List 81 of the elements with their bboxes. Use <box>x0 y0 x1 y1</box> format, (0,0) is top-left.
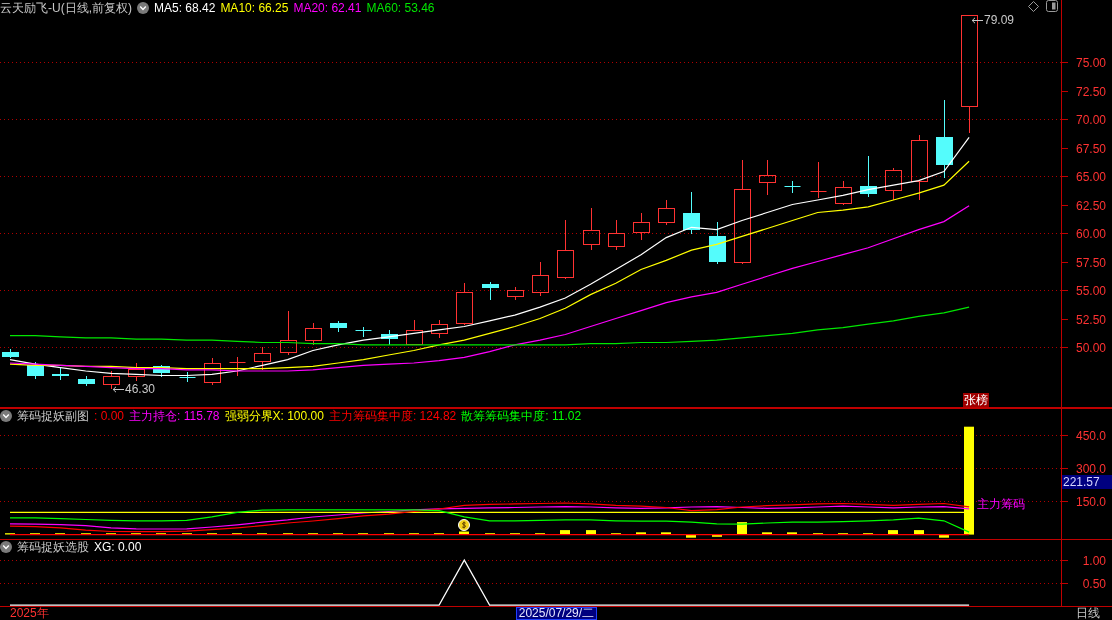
crosshair-value: 221.57 <box>1062 475 1112 489</box>
candlestick <box>204 357 221 386</box>
axis-label: 450.0 <box>1075 428 1106 443</box>
axis-label: 1.00 <box>1082 553 1106 568</box>
axis-label: 60.00 <box>1075 226 1106 241</box>
period-label[interactable]: 日线 <box>1076 607 1100 620</box>
line-label: 主力筹码 <box>977 496 1025 512</box>
candlestick <box>482 281 499 301</box>
candlestick <box>431 319 448 339</box>
arrow-icon <box>112 385 124 393</box>
indicator-value: 主力筹码集中度: 124.82 <box>328 409 457 423</box>
candlestick <box>153 364 170 378</box>
candlestick <box>179 371 196 383</box>
indicator-value: MA60: 53.46 <box>366 1 435 15</box>
axis-label: 65.00 <box>1075 169 1106 184</box>
price-label: 46.30 <box>125 382 156 396</box>
indicator-value: MA20: 62.41 <box>293 1 362 15</box>
indicator-value: 强弱分界X: 100.00 <box>224 409 324 423</box>
candlestick <box>381 329 398 346</box>
candlestick <box>507 286 524 301</box>
candlestick <box>532 261 549 297</box>
candlestick <box>583 207 600 251</box>
candlestick <box>254 346 271 371</box>
candlestick <box>911 134 928 201</box>
candlestick <box>835 180 852 206</box>
chevron-down-icon[interactable] <box>137 2 149 14</box>
axis-label: 67.50 <box>1075 141 1106 156</box>
chevron-down-icon[interactable] <box>0 541 12 553</box>
candlestick <box>330 320 347 333</box>
candlestick <box>128 362 145 382</box>
axis-label: 50.00 <box>1075 340 1106 355</box>
limit-up-tag: 张榜 <box>963 393 989 407</box>
axis-label: 72.50 <box>1075 84 1106 99</box>
diamond-icon[interactable] <box>1028 0 1039 12</box>
axis-label: 62.50 <box>1075 198 1106 213</box>
crosshair-date: 2025/07/29/二 <box>515 607 598 620</box>
candlestick <box>709 221 726 265</box>
candlestick <box>810 161 827 199</box>
chart-title: 云天励飞-U(日线,前复权) <box>0 1 132 15</box>
chart-title: 筹码捉妖副图 <box>17 409 89 423</box>
indicator-value: 散筹筹码集中度: 11.02 <box>461 409 582 423</box>
candlestick <box>683 191 700 235</box>
arrow-icon <box>971 16 983 24</box>
candlestick <box>78 375 95 387</box>
candlestick <box>633 212 650 241</box>
axis-label: 70.00 <box>1075 112 1106 127</box>
candlestick <box>557 219 574 280</box>
half-filled-square-icon[interactable] <box>1046 0 1058 12</box>
candlestick <box>27 361 44 380</box>
candlestick <box>305 322 322 346</box>
price-label: 79.09 <box>984 13 1015 27</box>
candlestick <box>784 180 801 194</box>
candlestick <box>456 282 473 326</box>
axis-label: 150.0 <box>1075 494 1106 509</box>
chart-title: 筹码捉妖选股 <box>17 540 89 554</box>
axis-label: 57.50 <box>1075 255 1106 270</box>
axis-label: 0.50 <box>1082 576 1106 591</box>
candlestick <box>860 155 877 198</box>
indicator-value: MA5: 68.42 <box>154 1 216 15</box>
axis-label: 55.00 <box>1075 283 1106 298</box>
candlestick <box>406 319 423 346</box>
candlestick <box>885 167 902 201</box>
candlestick <box>759 159 776 196</box>
candlestick <box>658 199 675 226</box>
candlestick <box>355 326 372 338</box>
axis-label: 75.00 <box>1075 55 1106 70</box>
indicator-value: 主力持仓: 115.78 <box>129 409 220 423</box>
indicator-value: : 0.00 <box>94 409 125 423</box>
candlestick <box>103 370 120 390</box>
chevron-down-icon[interactable] <box>0 410 12 422</box>
indicator-value: XG: 0.00 <box>94 540 142 554</box>
candlestick <box>280 310 297 356</box>
candlestick <box>2 348 19 359</box>
indicator-value: MA10: 66.25 <box>220 1 289 15</box>
candlestick <box>52 367 69 381</box>
axis-label: 300.0 <box>1075 461 1106 476</box>
candlestick <box>229 356 246 377</box>
coin-icon <box>458 519 470 531</box>
date-label: 2025年 <box>10 607 49 620</box>
candlestick <box>608 219 625 251</box>
axis-label: 52.50 <box>1075 312 1106 327</box>
